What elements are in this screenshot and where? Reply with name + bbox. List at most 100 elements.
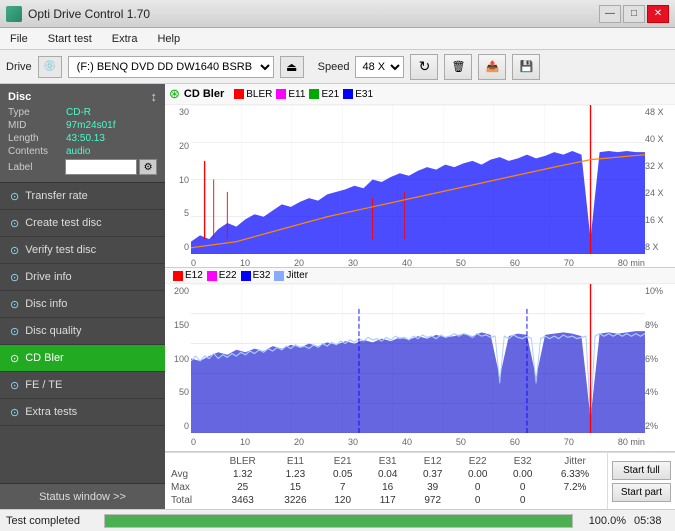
maximize-button[interactable]: □ [623,5,645,23]
sidebar-item-extra-tests-label: Extra tests [25,406,77,418]
avg-e21: 0.05 [320,468,365,481]
e21-label: E21 [321,89,339,100]
total-e21: 120 [320,494,365,507]
total-e22: 0 [455,494,500,507]
speed-select[interactable]: 48 X [355,56,404,78]
chart2-y-left: 200 150 100 50 0 [165,284,191,433]
legend-jitter: Jitter [274,270,308,281]
disc-type-val: CD-R [66,107,91,118]
sidebar-item-verify-test-disc-label: Verify test disc [25,244,96,256]
max-e21: 7 [320,481,365,494]
status-window-button[interactable]: Status window >> [0,483,165,509]
avg-e12: 0.37 [410,468,455,481]
fe-te-icon: ⊙ [10,379,19,392]
clear-button[interactable]: 🗑 [444,54,472,80]
stats-col-e32: E32 [500,455,545,468]
menu-extra[interactable]: Extra [106,31,144,47]
avg-jitter: 6.33% [545,468,605,481]
sidebar-item-transfer-rate-label: Transfer rate [25,190,88,202]
sidebar-item-extra-tests[interactable]: ⊙ Extra tests [0,399,165,426]
status-time: 05:38 [634,515,669,527]
legend-e11: E11 [276,89,305,100]
disc-label-row: Label ⚙ [8,159,157,175]
extra-tests-icon: ⊙ [10,406,19,419]
close-button[interactable]: ✕ [647,5,669,23]
menu-file[interactable]: File [4,31,34,47]
chart2-svg [191,284,645,433]
max-label: Max [167,481,215,494]
avg-bler: 1.32 [215,468,271,481]
disc-info-panel: Disc ↕ Type CD-R MID 97m24s01f Length 43… [0,84,165,183]
sidebar-item-disc-quality[interactable]: ⊙ Disc quality [0,318,165,345]
verify-test-disc-icon: ⊙ [10,244,19,257]
chart2-x-axis: 0 10 20 30 40 50 60 70 80 min [191,437,645,447]
max-e32: 0 [500,481,545,494]
app-icon [6,6,22,22]
drive-icon-btn[interactable]: 💿 [38,56,62,78]
refresh-button[interactable]: ↻ [410,54,438,80]
stats-col-e22: E22 [455,455,500,468]
chart1-y-right: 48 X 40 X 32 X 24 X 16 X 8 X [645,105,675,254]
label-gear-button[interactable]: ⚙ [139,159,157,175]
disc-title: Disc [8,91,31,103]
legend-e22: E22 [207,270,237,281]
sidebar-item-transfer-rate[interactable]: ⊙ Transfer rate [0,183,165,210]
eject-button[interactable]: ⏏ [280,56,304,78]
save-button[interactable]: 💾 [512,54,540,80]
disc-arrow-icon[interactable]: ↕ [151,89,158,104]
menu-start-test[interactable]: Start test [42,31,98,47]
e12-color [173,271,183,281]
avg-e32: 0.00 [500,468,545,481]
status-window-label: Status window >> [39,491,126,503]
disc-length-row: Length 43:50.13 [8,133,157,144]
legend-bler: BLER [234,89,272,100]
disc-quality-icon: ⊙ [10,325,19,338]
stats-col-e31: E31 [365,455,410,468]
legend-e21: E21 [309,89,339,100]
total-e31: 117 [365,494,410,507]
minimize-button[interactable]: — [599,5,621,23]
disc-contents-row: Contents audio [8,146,157,157]
stats-row-avg: Avg 1.32 1.23 0.05 0.04 0.37 0.00 0.00 6… [167,468,605,481]
max-e12: 39 [410,481,455,494]
sidebar-item-disc-info[interactable]: ⊙ Disc info [0,291,165,318]
sidebar-item-cd-bler[interactable]: ⊙ CD Bler [0,345,165,372]
stats-row-max: Max 25 15 7 16 39 0 0 7.2% [167,481,605,494]
legend-e31: E31 [343,89,373,100]
disc-mid-key: MID [8,120,66,131]
jitter-label: Jitter [286,270,308,281]
disc-header: Disc ↕ [8,89,157,104]
drive-select[interactable]: (F:) BENQ DVD DD DW1640 BSRB [68,56,274,78]
max-jitter: 7.2% [545,481,605,494]
status-text: Test completed [6,515,96,527]
chart1-svg [191,105,645,254]
content-area: ⊛ CD Bler BLER E11 E21 E31 [165,84,675,509]
chart1-container: ⊛ CD Bler BLER E11 E21 E31 [165,84,675,268]
titlebar: Opti Drive Control 1.70 — □ ✕ [0,0,675,28]
start-full-button[interactable]: Start full [612,461,671,480]
cd-icon: ⊛ [169,86,180,102]
bler-color [234,89,244,99]
start-part-button[interactable]: Start part [612,483,671,502]
e11-label: E11 [288,89,305,100]
chart1-inner: 30 20 10 5 0 48 X 40 X 32 X 24 X 16 X 8 … [165,105,675,268]
sidebar-item-fe-te[interactable]: ⊙ FE / TE [0,372,165,399]
sidebar-item-create-test-disc[interactable]: ⊙ Create test disc [0,210,165,237]
stats-row-total: Total 3463 3226 120 117 972 0 0 [167,494,605,507]
e32-color [241,271,251,281]
sidebar-item-disc-info-label: Disc info [25,298,67,310]
max-e22: 0 [455,481,500,494]
menu-help[interactable]: Help [151,31,186,47]
export-button[interactable]: 📤 [478,54,506,80]
sidebar-item-verify-test-disc[interactable]: ⊙ Verify test disc [0,237,165,264]
sidebar-item-drive-info[interactable]: ⊙ Drive info [0,264,165,291]
chart1-y-left: 30 20 10 5 0 [165,105,191,254]
chart1-title-row: ⊛ CD Bler BLER E11 E21 E31 [165,84,675,105]
avg-e22: 0.00 [455,468,500,481]
e12-label: E12 [185,270,203,281]
jitter-color [274,271,284,281]
e31-label: E31 [355,89,373,100]
disc-label-input[interactable] [65,159,137,175]
create-test-disc-icon: ⊙ [10,217,19,230]
cd-bler-icon: ⊙ [10,352,19,365]
